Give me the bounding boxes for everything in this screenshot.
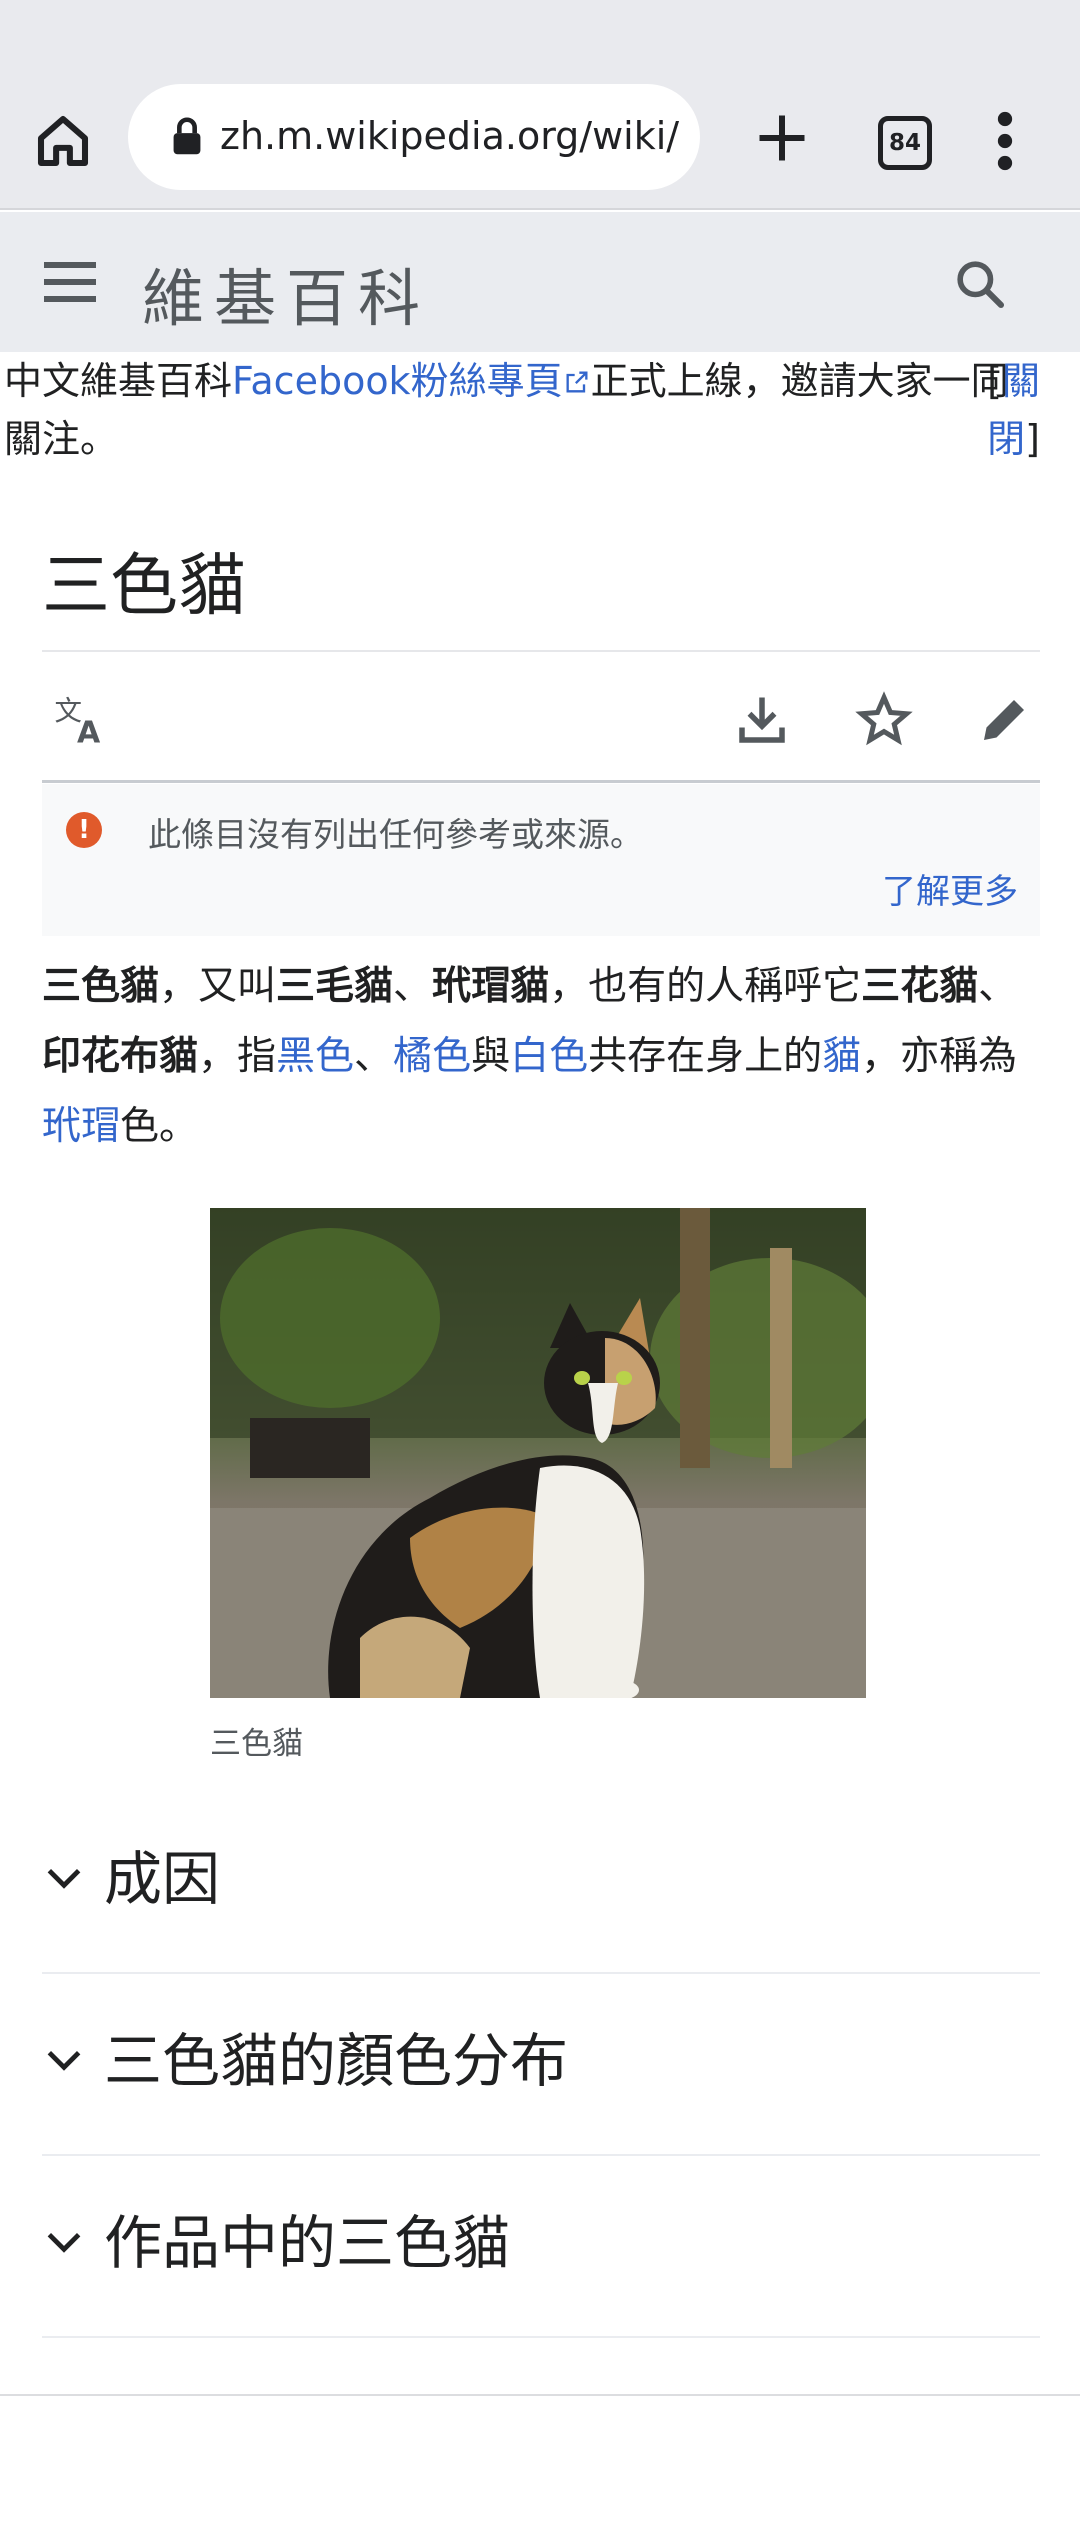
star-icon[interactable]: [854, 690, 914, 750]
bottom-bar: [0, 2394, 1080, 2522]
section-title: 三色貓的顏色分布: [104, 2027, 569, 2095]
divider: [42, 780, 1040, 783]
address-bar[interactable]: zh.m.wikipedia.org/wiki/: [128, 84, 700, 190]
page-actions: 文 A: [42, 670, 1040, 780]
page-title: 三色貓: [42, 547, 247, 626]
url-text: zh.m.wikipedia.org/wiki/: [220, 114, 680, 158]
bold-term: 印花布貓: [42, 1034, 199, 1079]
lead-text: 與: [471, 1034, 511, 1079]
lead-text: ，指: [198, 1034, 277, 1079]
image-caption: 三色貓: [210, 1726, 303, 1762]
external-link-icon: [566, 371, 588, 393]
menu-icon[interactable]: [44, 260, 96, 304]
facebook-link[interactable]: Facebook粉絲專頁: [232, 359, 563, 403]
bold-term: 三色貓: [42, 964, 160, 1009]
search-icon[interactable]: [952, 256, 1008, 312]
link-tortoiseshell[interactable]: 玳瑁: [42, 1104, 120, 1149]
lead-paragraph: 三色貓，又叫三毛貓、玳瑁貓，也有的人稱呼它三花貓、印花布貓，指黑色、橘色與白色共…: [42, 952, 1040, 1162]
tab-switcher-button[interactable]: 84: [878, 116, 932, 170]
lead-text: ，亦稱為: [861, 1034, 1018, 1079]
link-white[interactable]: 白色: [510, 1034, 588, 1079]
more-options-icon[interactable]: [990, 108, 1020, 174]
lead-text: 色。: [120, 1104, 199, 1149]
lock-icon: [173, 117, 201, 155]
calico-cat-image[interactable]: [210, 1208, 866, 1698]
download-icon[interactable]: [732, 690, 792, 750]
issue-message: 此條目沒有列出任何參考或來源。: [148, 815, 643, 854]
section-header[interactable]: 成因: [42, 1790, 1040, 1974]
svg-text:A: A: [77, 716, 101, 751]
notice-close[interactable]: [關閉]: [974, 352, 1040, 468]
wiki-header: 維基百科: [0, 212, 1080, 352]
browser-toolbar: zh.m.wikipedia.org/wiki/ 84: [0, 0, 1080, 210]
link-cat[interactable]: 貓: [822, 1034, 861, 1079]
link-black[interactable]: 黑色: [276, 1034, 354, 1079]
bold-term: 三花貓: [861, 964, 979, 1009]
link-orange[interactable]: 橘色: [393, 1034, 471, 1079]
wikipedia-logo[interactable]: 維基百科: [142, 248, 430, 338]
lead-text: 、: [393, 964, 433, 1009]
issue-notice-box: ! 此條目沒有列出任何參考或來源。 了解更多: [42, 784, 1040, 936]
section-header[interactable]: 作品中的三色貓: [42, 2154, 1040, 2338]
lead-text: 共存在身上的: [588, 1034, 823, 1079]
edit-pencil-icon[interactable]: [974, 690, 1034, 750]
warning-icon: !: [66, 812, 102, 848]
notice-text: 中文維基百科: [4, 359, 233, 403]
lead-text: 、: [978, 964, 1018, 1009]
section-header[interactable]: 三色貓的顏色分布: [42, 1972, 1040, 2156]
section-header[interactable]: 參考: [42, 2336, 1040, 2396]
lead-text: ，又叫: [159, 964, 277, 1009]
chevron-down-icon: [47, 1868, 81, 1889]
bold-term: 玳瑁貓: [432, 964, 550, 1009]
lead-text: ，也有的人稱呼它: [549, 964, 862, 1009]
home-icon[interactable]: [30, 108, 96, 174]
learn-more-link[interactable]: 了解更多: [882, 864, 1018, 913]
site-notice: 中文維基百科Facebook粉絲專頁 正式上線，邀請大家一同關注。: [4, 352, 1044, 468]
new-tab-icon[interactable]: [752, 108, 812, 168]
chevron-down-icon: [47, 2232, 81, 2253]
bold-term: 三毛貓: [276, 964, 394, 1009]
divider: [42, 650, 1040, 652]
section-title: 成因: [104, 1845, 221, 1913]
language-icon[interactable]: 文 A: [52, 690, 112, 750]
lead-text: 、: [354, 1034, 394, 1079]
chevron-down-icon: [47, 2050, 81, 2071]
section-title: 作品中的三色貓: [104, 2209, 511, 2277]
